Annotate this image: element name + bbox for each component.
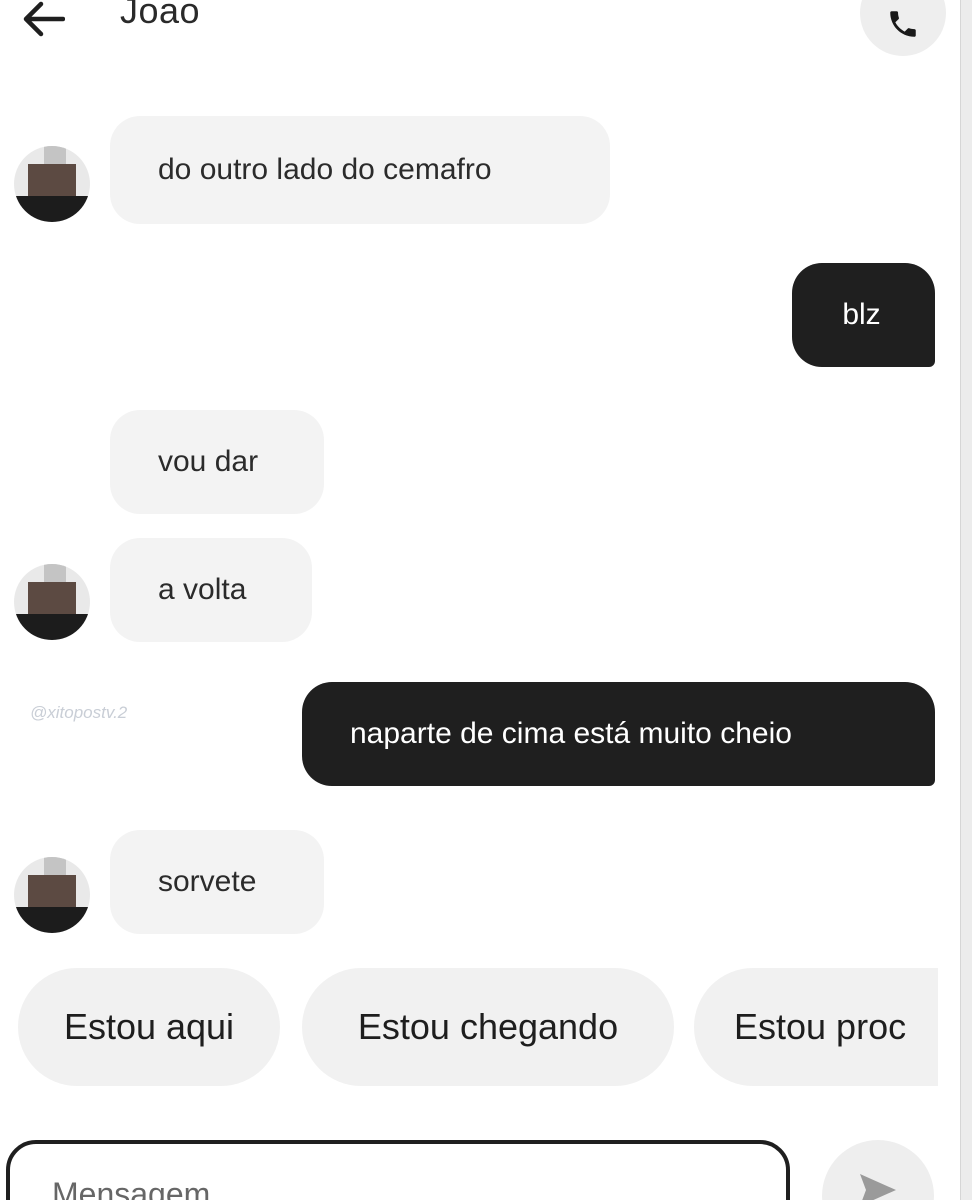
chat-header: Joao <box>0 0 960 60</box>
outgoing-message[interactable]: blz <box>792 263 935 367</box>
contact-avatar[interactable] <box>14 146 90 222</box>
quick-reply-chip[interactable]: Estou chegando <box>302 968 674 1086</box>
incoming-message[interactable]: a volta <box>110 538 312 642</box>
phone-icon <box>890 11 916 37</box>
quick-reply-label: Estou proc <box>734 1006 907 1047</box>
incoming-message[interactable]: sorvete <box>110 830 324 934</box>
avatar-pixelation <box>44 564 66 584</box>
avatar-pixelation <box>14 196 90 222</box>
message-text: vou dar <box>158 445 259 478</box>
message-text: a volta <box>158 573 247 606</box>
contact-avatar[interactable] <box>14 564 90 640</box>
quick-reply-chip[interactable]: Estou aqui <box>18 968 280 1086</box>
avatar-pixelation <box>28 582 76 616</box>
incoming-message[interactable]: vou dar <box>110 410 324 514</box>
contact-avatar[interactable] <box>14 857 90 933</box>
incoming-message[interactable]: do outro lado do cemafro <box>110 116 610 224</box>
screenshot-frame-edge <box>960 0 972 1200</box>
avatar-pixelation <box>44 146 66 166</box>
quick-reply-chip[interactable]: Estou proc <box>694 968 938 1086</box>
message-text: do outro lado do cemafro <box>158 153 492 186</box>
contact-name: Joao <box>120 0 201 31</box>
back-button[interactable] <box>18 0 68 44</box>
quick-reply-label: Estou aqui <box>63 1006 235 1047</box>
avatar-pixelation <box>28 164 76 198</box>
watermark-text: @xitopostv.2 <box>30 703 128 722</box>
quick-reply-label: Estou chegando <box>357 1006 619 1047</box>
message-composer[interactable] <box>6 1140 790 1200</box>
arrow-left-icon <box>23 1 65 37</box>
message-text: naparte de cima está muito cheio <box>350 717 792 750</box>
avatar-pixelation <box>14 614 90 640</box>
avatar-pixelation <box>44 857 66 877</box>
outgoing-message[interactable]: naparte de cima está muito cheio <box>302 682 935 786</box>
message-text: blz <box>842 298 881 331</box>
avatar-pixelation <box>14 907 90 933</box>
call-button[interactable] <box>860 0 946 56</box>
send-icon <box>860 1174 896 1200</box>
send-button[interactable] <box>822 1140 934 1200</box>
message-text: sorvete <box>158 865 257 898</box>
avatar-pixelation <box>28 875 76 909</box>
message-input[interactable] <box>52 1176 752 1200</box>
